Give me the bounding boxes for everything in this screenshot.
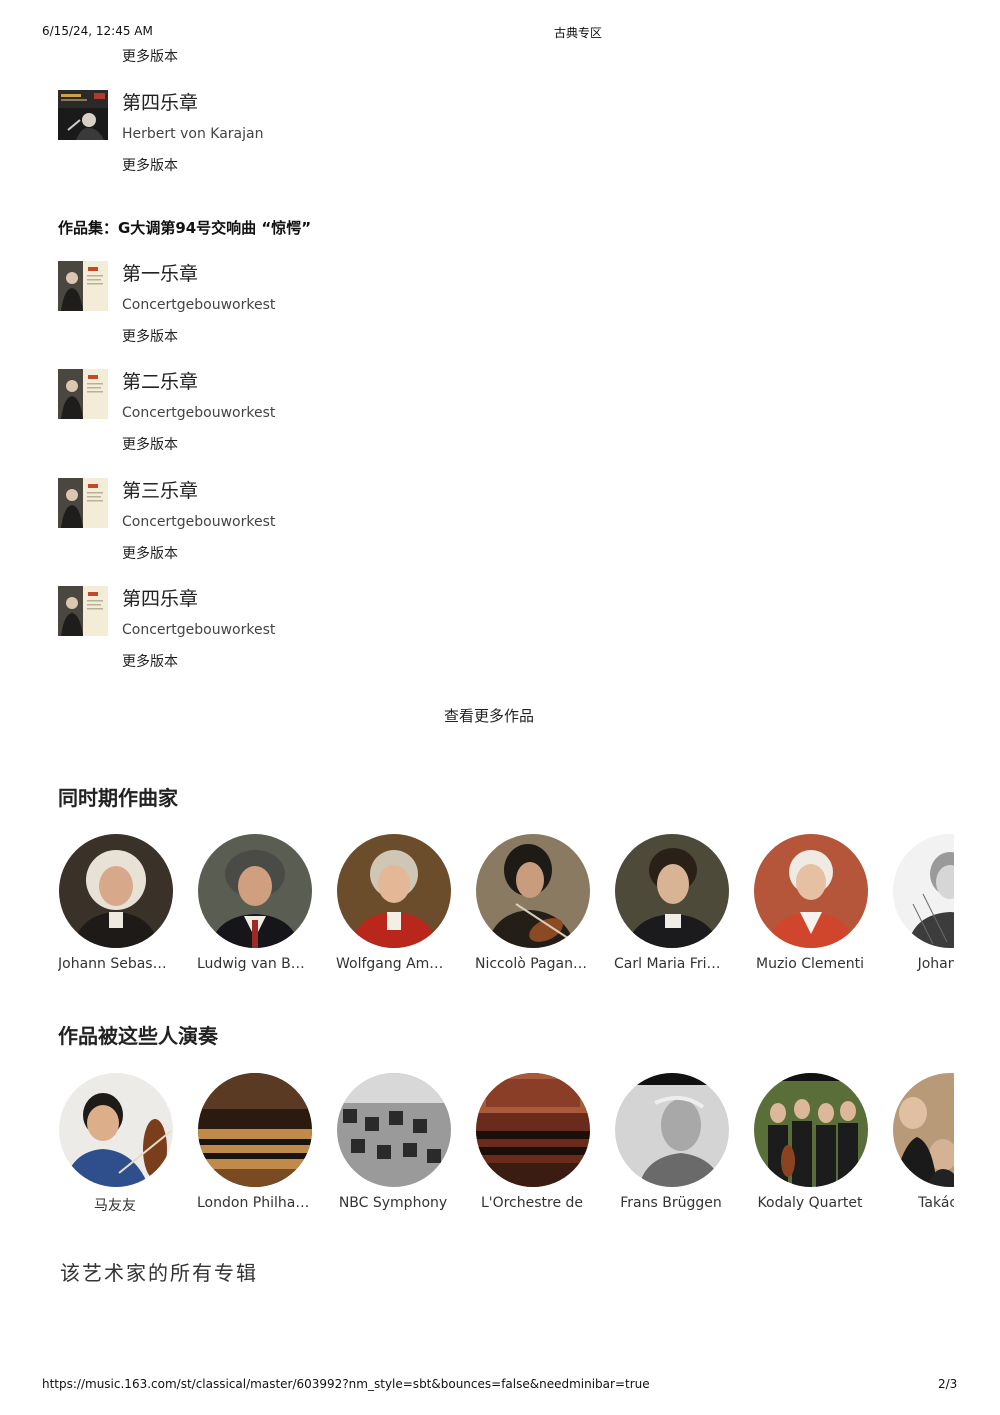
performer-name[interactable]: Kodaly Quartet: [753, 1195, 867, 1211]
composer-card[interactable]: Muzio Clementi: [753, 834, 883, 972]
print-datetime: 6/15/24, 12:45 AM: [42, 24, 153, 38]
track-artist[interactable]: Herbert von Karajan: [122, 126, 263, 142]
composer-portrait-icon: [198, 834, 312, 948]
performer-card[interactable]: NBC Symphony: [336, 1073, 466, 1211]
album-cover: [58, 90, 108, 140]
more-versions-link[interactable]: 更多版本: [122, 651, 178, 671]
track-title[interactable]: 第四乐章: [122, 584, 198, 611]
view-more-works-link[interactable]: 查看更多作品: [0, 705, 978, 726]
performer-photo-icon: [198, 1073, 312, 1187]
composer-portrait-icon: [337, 834, 451, 948]
composer-card[interactable]: Carl Maria Friedrich: [614, 834, 744, 972]
print-url: https://music.163.com/st/classical/maste…: [42, 1377, 650, 1391]
performer-name[interactable]: Frans Brüggen: [614, 1195, 728, 1211]
composer-card[interactable]: Johann N: [892, 834, 954, 972]
composer-name[interactable]: Wolfgang Amadeus Mozart: [336, 956, 450, 972]
composer-portrait-icon: [754, 834, 868, 948]
performers-section-title: 作品被这些人演奏: [58, 1024, 218, 1048]
performer-card[interactable]: Kodaly Quartet: [753, 1073, 883, 1211]
composers-section-title: 同时期作曲家: [58, 786, 178, 810]
composer-portrait-icon: [615, 834, 729, 948]
album-cover: [58, 261, 108, 311]
print-page-number: 2/3: [938, 1377, 958, 1391]
performer-photo-icon: [754, 1073, 868, 1187]
composer-portrait-icon: [59, 834, 173, 948]
composers-carousel[interactable]: Johann Sebastian Bach Ludwig van Beethov…: [58, 834, 954, 984]
track-row[interactable]: 第一乐章 Concertgebouworkest 更多版本: [58, 259, 938, 359]
composer-card[interactable]: Ludwig van Beethoven: [197, 834, 327, 972]
performer-name[interactable]: Takács Q: [892, 1195, 954, 1211]
track-row[interactable]: 第二乐章 Concertgebouworkest 更多版本: [58, 367, 938, 467]
track-row[interactable]: 第四乐章 Herbert von Karajan 更多版本: [58, 88, 938, 188]
composer-portrait-icon: [893, 834, 954, 948]
track-artist[interactable]: Concertgebouworkest: [122, 297, 275, 313]
composer-name[interactable]: Johann N: [892, 956, 954, 972]
performers-carousel[interactable]: 马友友 London Philharmonic: [58, 1073, 954, 1223]
print-page-title: 古典专区: [554, 26, 603, 40]
more-versions-link[interactable]: 更多版本: [122, 543, 178, 563]
track-row[interactable]: 第四乐章 Concertgebouworkest 更多版本: [58, 584, 938, 684]
track-title[interactable]: 第二乐章: [122, 367, 198, 394]
composer-name[interactable]: Niccolò Paganini: [475, 956, 589, 972]
composer-card[interactable]: Niccolò Paganini: [475, 834, 605, 972]
composer-portrait-icon: [476, 834, 590, 948]
more-versions-link[interactable]: 更多版本: [122, 434, 178, 454]
track-title[interactable]: 第四乐章: [122, 88, 198, 115]
composer-card[interactable]: Johann Sebastian Bach: [58, 834, 188, 972]
performer-name[interactable]: London Philharmonic: [197, 1195, 311, 1211]
performer-name[interactable]: 马友友: [58, 1195, 172, 1215]
performer-photo-icon: [337, 1073, 451, 1187]
album-cover: [58, 478, 108, 528]
album-cover: [58, 369, 108, 419]
track-row[interactable]: 第三乐章 Concertgebouworkest 更多版本: [58, 476, 938, 576]
performer-name[interactable]: NBC Symphony: [336, 1195, 450, 1211]
performer-card[interactable]: 马友友: [58, 1073, 188, 1215]
all-albums-title: 该艺术家的所有专辑: [60, 1261, 258, 1285]
more-versions-link[interactable]: 更多版本: [122, 326, 178, 346]
composer-card[interactable]: Wolfgang Amadeus Mozart: [336, 834, 466, 972]
track-artist[interactable]: Concertgebouworkest: [122, 622, 275, 638]
track-artist[interactable]: Concertgebouworkest: [122, 405, 275, 421]
performer-card[interactable]: London Philharmonic: [197, 1073, 327, 1211]
more-versions-link[interactable]: 更多版本: [122, 46, 178, 66]
performer-card[interactable]: Frans Brüggen: [614, 1073, 744, 1211]
performer-photo-icon: [476, 1073, 590, 1187]
performer-name[interactable]: L'Orchestre de: [475, 1195, 589, 1211]
composer-name[interactable]: Ludwig van Beethoven: [197, 956, 311, 972]
composer-name[interactable]: Johann Sebastian Bach: [58, 956, 172, 972]
composer-name[interactable]: Carl Maria Friedrich: [614, 956, 728, 972]
performer-photo-icon: [59, 1073, 173, 1187]
more-versions-link[interactable]: 更多版本: [122, 155, 178, 175]
album-cover: [58, 586, 108, 636]
work-collection-title: 作品集：G大调第94号交响曲 “惊愕”: [58, 219, 312, 237]
track-artist[interactable]: Concertgebouworkest: [122, 514, 275, 530]
track-title[interactable]: 第一乐章: [122, 259, 198, 286]
performer-card[interactable]: L'Orchestre de: [475, 1073, 605, 1211]
performer-card[interactable]: Takács Q: [892, 1073, 954, 1211]
track-title[interactable]: 第三乐章: [122, 476, 198, 503]
performer-photo-icon: [615, 1073, 729, 1187]
composer-name[interactable]: Muzio Clementi: [753, 956, 867, 972]
performer-photo-icon: [893, 1073, 954, 1187]
